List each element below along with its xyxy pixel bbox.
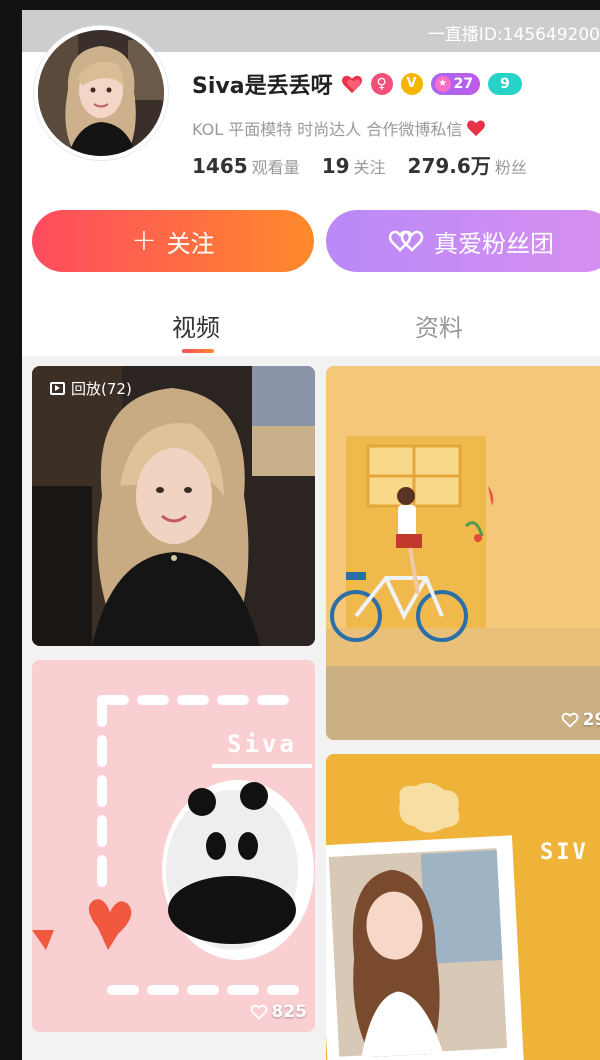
double-heart-icon: [388, 230, 424, 252]
replay-tag: 回放(72): [50, 378, 132, 399]
fan-level-badge: 9: [488, 73, 522, 95]
device-frame-left: [0, 0, 22, 1060]
bio-text: KOL 平面模特 时尚达人 合作微博私信: [192, 120, 463, 139]
stat-label: 关注: [353, 158, 386, 177]
video-card[interactable]: Siva 825: [32, 660, 315, 1032]
video-thumbnail: [32, 660, 315, 1032]
video-overlay-text: Siva: [227, 730, 297, 758]
heart-emoji-icon: [467, 120, 486, 137]
user-name: Siva是丢丢呀: [192, 74, 333, 99]
follow-button[interactable]: + 关注: [32, 210, 314, 272]
level-value: 27: [453, 76, 474, 92]
heart-outline-icon: [561, 712, 578, 728]
avatar-photo: [38, 30, 164, 156]
like-count: 2938: [561, 710, 600, 730]
plus-icon: +: [131, 223, 157, 258]
fans-group-button[interactable]: 真爱粉丝团: [326, 210, 600, 272]
video-card[interactable]: 2938: [326, 366, 600, 740]
star-icon: ★: [434, 76, 451, 92]
video-card-replay[interactable]: 回放(72): [32, 366, 315, 646]
tab-videos[interactable]: 视频: [172, 308, 220, 343]
level-badge: ★ 27: [430, 73, 481, 95]
follow-label: 关注: [166, 229, 215, 258]
gender-female-icon: ♀: [370, 73, 393, 95]
video-thumbnail: [326, 366, 600, 740]
replay-label: 回放(72): [71, 380, 132, 398]
heart-emoji-icon: [341, 75, 362, 94]
name-row: Siva是丢丢呀 ♀ V ★ 27 9: [192, 68, 522, 100]
tab-info[interactable]: 资料: [415, 308, 463, 343]
video-card[interactable]: SIV: [326, 754, 600, 1060]
bio: KOL 平面模特 时尚达人 合作微博私信: [192, 116, 486, 140]
like-count-value: 2938: [582, 710, 600, 730]
play-icon: [50, 382, 65, 395]
stat-views: 1465 观看量: [192, 154, 300, 178]
avatar[interactable]: [34, 26, 168, 160]
stat-value: 279.6万: [407, 154, 491, 178]
video-thumbnail: [32, 366, 315, 646]
stat-label: 观看量: [251, 158, 300, 177]
stats-row: 1465 观看量 19 关注 279.6万 粉丝: [192, 150, 527, 179]
tab-bar: 视频 资料: [22, 294, 600, 353]
heart-outline-icon: [250, 1004, 267, 1020]
stat-fans[interactable]: 279.6万 粉丝: [408, 150, 527, 179]
active-tab-indicator: [182, 349, 214, 353]
profile-screen: 一直播ID:145649200 Siva是丢丢呀 ♀ V ★ 27 9 KOL …: [22, 10, 600, 1060]
live-id: 一直播ID:145649200: [427, 25, 600, 45]
device-frame-top: [0, 0, 600, 10]
verified-icon: V: [400, 73, 423, 95]
like-count: 825: [250, 1002, 308, 1022]
stat-label: 粉丝: [494, 158, 527, 177]
video-overlay-text: SIV: [540, 840, 589, 865]
fans-group-label: 真爱粉丝团: [434, 229, 554, 258]
stat-value: 1465: [192, 154, 248, 178]
stat-following[interactable]: 19 关注: [322, 154, 386, 178]
video-thumbnail: [326, 754, 600, 1060]
stat-value: 19: [321, 154, 350, 178]
like-count-value: 825: [271, 1002, 308, 1022]
